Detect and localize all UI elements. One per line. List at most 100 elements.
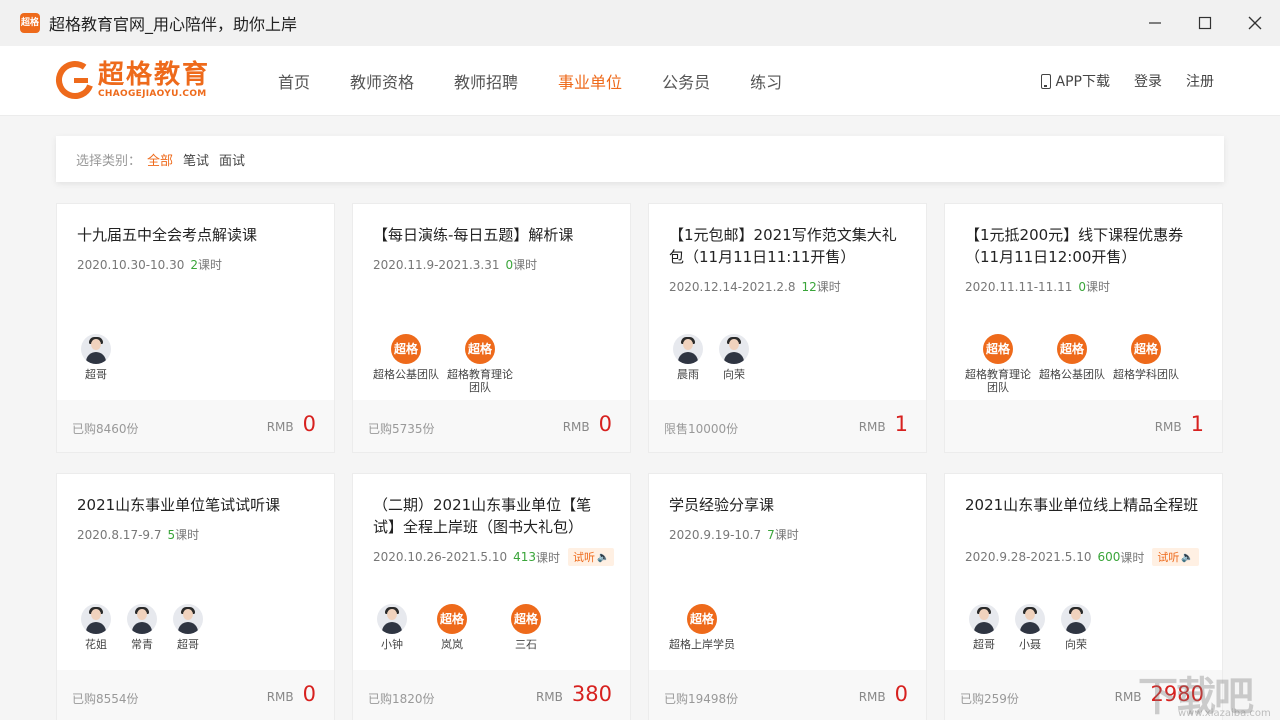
- filter-option-all[interactable]: 全部: [147, 150, 173, 169]
- brand-avatar: 超格: [437, 604, 467, 634]
- course-title[interactable]: 2021山东事业单位线上精品全程班: [965, 494, 1205, 516]
- minimize-icon: [1149, 22, 1161, 24]
- teacher[interactable]: 小聂: [1007, 604, 1053, 651]
- app-icon: 超格: [20, 13, 40, 33]
- nav-civil-servant[interactable]: 公务员: [642, 69, 730, 93]
- course-card[interactable]: 【每日演练-每日五题】解析课 2020.11.9-2021.3.31 0 课时 超格 超格…: [352, 203, 631, 453]
- brand-avatar: 超格: [1057, 334, 1087, 364]
- teacher-name: 超格教育理论团队: [447, 368, 513, 394]
- lesson-unit: 课时: [175, 528, 200, 542]
- app-download-link[interactable]: APP下载: [1040, 71, 1110, 91]
- teacher-avatar: [969, 604, 999, 634]
- minimize-button[interactable]: [1130, 0, 1180, 46]
- course-title[interactable]: 2021山东事业单位笔试试听课: [77, 494, 317, 516]
- teacher-list: 晨雨 向荣: [665, 334, 757, 381]
- logo-name: 超格教育: [98, 59, 211, 90]
- course-card[interactable]: （二期）2021山东事业单位【笔试】全程上岸班（图书大礼包） 2020.10.26…: [352, 473, 631, 720]
- nav-teacher-recruitment[interactable]: 教师招聘: [434, 69, 538, 93]
- register-link[interactable]: 注册: [1186, 71, 1214, 91]
- app-download-label: APP下载: [1055, 74, 1110, 90]
- lesson-count: 7: [767, 527, 775, 542]
- trial-badge[interactable]: 试听 🔈: [568, 548, 615, 566]
- logo-mark-icon: [55, 60, 95, 100]
- teacher[interactable]: 超哥: [165, 604, 211, 651]
- course-meta: 2020.11.11-11.11 0 课时: [965, 278, 1110, 295]
- course-title[interactable]: 【每日演练-每日五题】解析课: [373, 224, 613, 246]
- card-footer: 已购19498份 RMB 0: [649, 670, 926, 720]
- maximize-button[interactable]: [1180, 0, 1230, 46]
- teacher[interactable]: 超格 超格上岸学员: [665, 604, 739, 651]
- price-value: 0: [302, 682, 316, 706]
- currency-label: RMB: [858, 420, 886, 434]
- close-button[interactable]: [1230, 0, 1280, 46]
- teacher-avatar: [81, 604, 111, 634]
- card-footer: 已购8554份 RMB 0: [57, 670, 334, 720]
- teacher-name: 超哥: [973, 638, 995, 651]
- lesson-count: 0: [505, 257, 514, 272]
- trial-label: 试听: [1157, 551, 1180, 564]
- teacher[interactable]: 超格 超格公基团队: [369, 334, 443, 394]
- price: RMB 380: [536, 682, 612, 706]
- course-card[interactable]: 【1元包邮】2021写作范文集大礼包（11月11日11:11开售） 2020.12…: [648, 203, 927, 453]
- course-dates: 2020.8.17-9.7: [77, 527, 162, 542]
- window-controls: [1130, 0, 1280, 46]
- course-meta: 2020.9.19-10.7 7 课时: [669, 526, 799, 543]
- teacher-avatar: [81, 334, 111, 364]
- course-title[interactable]: 【1元抵200元】线下课程优惠券（11月11日12:00开售）: [965, 224, 1205, 268]
- course-meta: 2020.12.14-2021.2.8 12 课时: [669, 278, 841, 295]
- teacher[interactable]: 向荣: [711, 334, 757, 381]
- teacher-avatar: [673, 334, 703, 364]
- lesson-count: 413: [513, 550, 537, 564]
- course-card[interactable]: 【1元抵200元】线下课程优惠券（11月11日12:00开售） 2020.11.1…: [944, 203, 1223, 453]
- trial-badge[interactable]: 试听 🔈: [1152, 548, 1199, 566]
- lesson-count: 0: [1078, 279, 1087, 294]
- course-title[interactable]: 学员经验分享课: [669, 494, 909, 516]
- teacher[interactable]: 超格 超格公基团队: [1035, 334, 1109, 394]
- currency-label: RMB: [562, 420, 590, 434]
- course-dates: 2020.9.28-2021.5.10: [965, 550, 1092, 564]
- nav-practice[interactable]: 练习: [730, 69, 802, 93]
- course-title[interactable]: 【1元包邮】2021写作范文集大礼包（11月11日11:11开售）: [669, 224, 909, 268]
- teacher[interactable]: 花姐: [73, 604, 119, 651]
- window-title: 超格教育官网_用心陪伴，助你上岸: [49, 15, 298, 34]
- filter-option-written[interactable]: 笔试: [183, 150, 209, 169]
- lesson-count: 600: [1097, 550, 1121, 564]
- nav-home[interactable]: 首页: [258, 69, 330, 93]
- category-filter: 选择类别： 全部 笔试 面试: [56, 136, 1224, 182]
- lesson-count: 2: [190, 257, 199, 272]
- course-card[interactable]: 2021山东事业单位笔试试听课 2020.8.17-9.7 5 课时 花姐 常青 超哥 已购8…: [56, 473, 335, 720]
- course-title[interactable]: 十九届五中全会考点解读课: [77, 224, 317, 246]
- sales-count: 已购5735份: [368, 422, 435, 436]
- teacher[interactable]: 超格 超格学科团队: [1109, 334, 1183, 394]
- teacher-list: 超格 超格公基团队 超格 超格教育理论团队: [369, 334, 517, 394]
- teacher[interactable]: 晨雨: [665, 334, 711, 381]
- lesson-unit: 课时: [774, 528, 799, 542]
- teacher[interactable]: 小钟: [369, 604, 415, 651]
- login-link[interactable]: 登录: [1134, 71, 1162, 91]
- course-card[interactable]: 十九届五中全会考点解读课 2020.10.30-10.30 2 课时 超哥 已购8460份…: [56, 203, 335, 453]
- teacher[interactable]: 向荣: [1053, 604, 1099, 651]
- teacher[interactable]: 超格 三石: [489, 604, 563, 651]
- nav-teacher-qualification[interactable]: 教师资格: [330, 69, 434, 93]
- teacher-name: 小聂: [1019, 638, 1041, 651]
- sales-count: 已购8554份: [72, 692, 139, 706]
- close-icon: [1248, 16, 1262, 30]
- teacher-name: 晨雨: [677, 368, 699, 381]
- teacher[interactable]: 超哥: [73, 334, 119, 381]
- teacher-name: 三石: [515, 638, 537, 651]
- logo-domain: CHAOGEJIAOYU.COM: [98, 88, 207, 99]
- site-logo[interactable]: 超格教育 CHAOGEJIAOYU.COM: [55, 60, 210, 100]
- course-card[interactable]: 学员经验分享课 2020.9.19-10.7 7 课时超格 超格上岸学员已购19498份…: [648, 473, 927, 720]
- card-footer: 已购5735份 RMB 0: [353, 400, 630, 452]
- nav-public-institution[interactable]: 事业单位: [538, 69, 642, 93]
- teacher[interactable]: 常青: [119, 604, 165, 651]
- brand-avatar: 超格: [465, 334, 495, 364]
- filter-option-interview[interactable]: 面试: [219, 150, 245, 169]
- teacher[interactable]: 超格 超格教育理论团队: [961, 334, 1035, 394]
- course-title[interactable]: （二期）2021山东事业单位【笔试】全程上岸班（图书大礼包）: [373, 494, 613, 538]
- brand-avatar: 超格: [983, 334, 1013, 364]
- teacher[interactable]: 超哥: [961, 604, 1007, 651]
- teacher[interactable]: 超格 岚岚: [415, 604, 489, 651]
- teacher[interactable]: 超格超格教育理论团队: [443, 334, 517, 394]
- brand-avatar: 超格: [391, 334, 421, 364]
